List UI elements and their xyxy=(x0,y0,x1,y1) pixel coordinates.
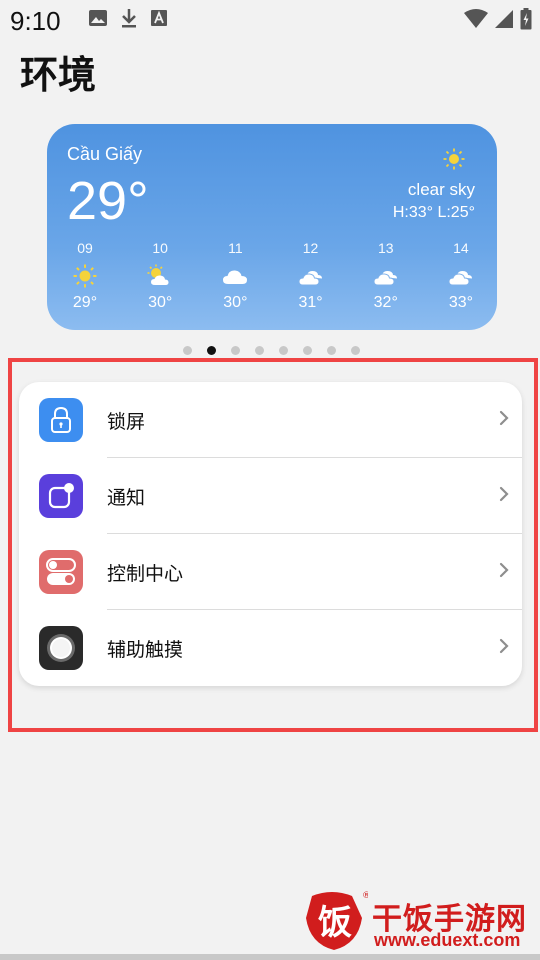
clouds-icon xyxy=(447,260,475,292)
forecast-hour-temp: 30° xyxy=(223,294,248,311)
image-icon xyxy=(88,9,108,31)
forecast-hour-label: 13 xyxy=(377,240,394,256)
sun-icon xyxy=(443,148,465,174)
forecast-hour-temp: 30° xyxy=(148,294,173,311)
forecast-hour-temp: 32° xyxy=(373,294,398,311)
registered-mark: ® xyxy=(362,891,368,901)
chevron-right-icon xyxy=(498,409,510,431)
clouds-icon xyxy=(372,260,400,292)
page-dot[interactable] xyxy=(327,346,336,355)
forecast-hour: 11 30° xyxy=(211,240,259,316)
page-dot-active[interactable] xyxy=(207,346,216,355)
text-icon xyxy=(150,9,168,31)
watermark-logo-glyph: 饭 xyxy=(318,903,352,943)
weather-condition: clear sky xyxy=(407,180,475,199)
weather-widget[interactable]: Cầu Giấy 29° clear sky H:33° L:25° 09 29… xyxy=(47,124,497,330)
forecast-hour-temp: 33° xyxy=(448,294,474,311)
page-dot[interactable] xyxy=(351,346,360,355)
chevron-right-icon xyxy=(498,637,510,659)
battery-charging-icon xyxy=(520,8,532,34)
forecast-hour: 13 32° xyxy=(362,240,410,316)
settings-item-label: 锁屏 xyxy=(107,410,146,433)
forecast-hour-label: 09 xyxy=(77,240,93,256)
settings-item-lock-screen[interactable]: 锁屏 xyxy=(19,382,522,458)
sun-icon xyxy=(73,260,97,292)
page-dot[interactable] xyxy=(231,346,240,355)
forecast-hour-temp: 29° xyxy=(72,294,98,311)
partly-sunny-icon xyxy=(146,260,174,292)
cloud-icon xyxy=(221,260,249,292)
notification-icon xyxy=(39,474,83,518)
forecast-hour: 09 29° xyxy=(61,240,109,316)
clouds-icon xyxy=(297,260,325,292)
status-bar: 9:10 xyxy=(0,0,540,40)
forecast-hour: 14 33° xyxy=(437,240,485,316)
forecast-hour-label: 14 xyxy=(453,240,469,256)
settings-list: 锁屏 通知 控制中心 辅助触摸 xyxy=(19,382,522,686)
page-title: 环境 xyxy=(20,53,97,97)
watermark: 饭 ® 干饭手游网 www.eduext.com xyxy=(302,888,538,954)
forecast-hour-label: 12 xyxy=(302,240,319,256)
watermark-url: www.eduext.com xyxy=(374,930,521,950)
forecast-hour-label: 10 xyxy=(152,240,168,256)
settings-item-label: 控制中心 xyxy=(107,562,184,585)
page-dot[interactable] xyxy=(183,346,192,355)
page-dot[interactable] xyxy=(303,346,312,355)
forecast-hour-temp: 31° xyxy=(298,294,323,311)
forecast-hour: 12 31° xyxy=(287,240,335,316)
navigation-bar xyxy=(0,954,540,960)
settings-item-control-center[interactable]: 控制中心 xyxy=(19,534,522,610)
settings-item-label: 通知 xyxy=(107,486,146,509)
chevron-right-icon xyxy=(498,485,510,507)
chevron-right-icon xyxy=(498,561,510,583)
weather-temperature: 29° xyxy=(67,171,149,231)
download-icon xyxy=(120,8,138,32)
page-dot[interactable] xyxy=(279,346,288,355)
page-indicator[interactable] xyxy=(0,346,540,355)
hourly-forecast: 09 29° 10 30° 11 30° 12 31° 13 32° 14 33… xyxy=(61,240,485,316)
assistive-touch-icon xyxy=(39,626,83,670)
toggle-icon xyxy=(39,550,83,594)
page-dot[interactable] xyxy=(255,346,264,355)
settings-item-assistive-touch[interactable]: 辅助触摸 xyxy=(19,610,522,686)
weather-high-low: H:33° L:25° xyxy=(392,204,475,221)
wifi-icon xyxy=(464,9,488,33)
lock-icon xyxy=(39,398,83,442)
weather-city: Cầu Giấy xyxy=(67,144,143,164)
watermark-logo: 饭 ® xyxy=(302,888,371,958)
status-time: 9:10 xyxy=(10,6,61,36)
settings-item-label: 辅助触摸 xyxy=(107,638,184,661)
forecast-hour: 10 30° xyxy=(136,240,184,316)
settings-item-notifications[interactable]: 通知 xyxy=(19,458,522,534)
signal-icon xyxy=(494,9,514,33)
forecast-hour-label: 11 xyxy=(228,240,243,256)
